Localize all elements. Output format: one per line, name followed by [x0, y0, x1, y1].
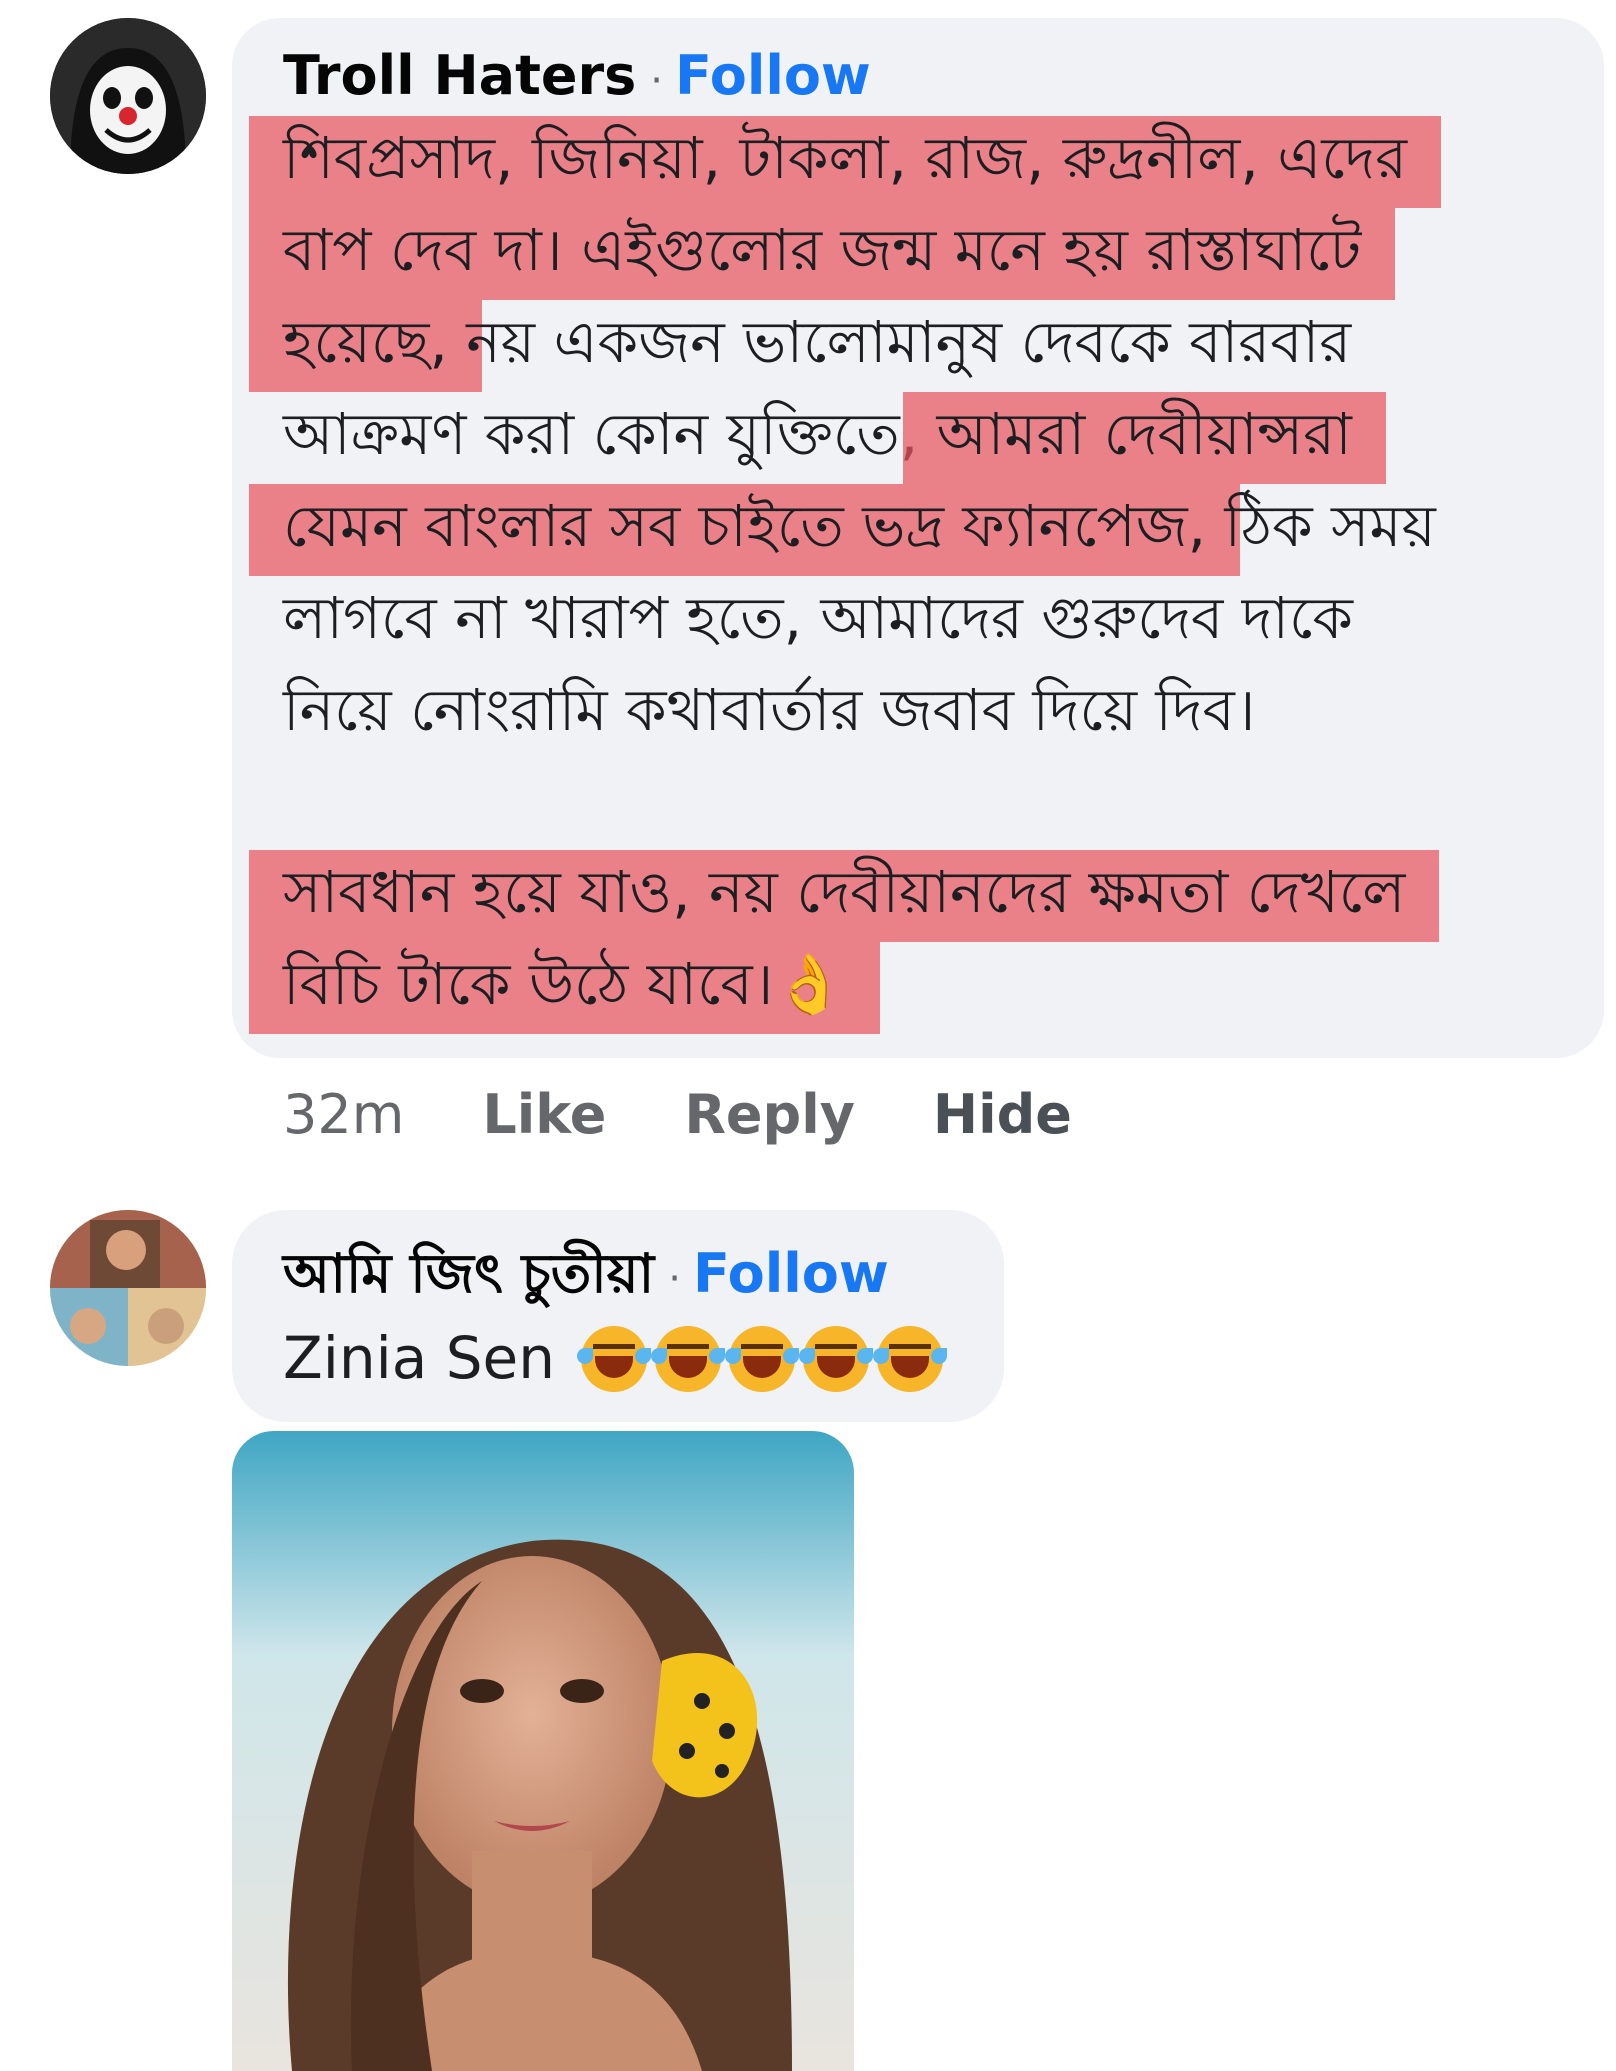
highlighted-text: বাপ দেব দা। এইগুলোর জন্ম মনে হয় রাস্তাঘ…: [283, 216, 1362, 284]
highlighted-text: বিচি টাকে উঠে যাবে।👌: [283, 950, 846, 1018]
joy-emoji-icon: [799, 1326, 874, 1392]
avatar-troll-haters[interactable]: [50, 18, 206, 174]
comment-line: হয়েছে, নয় একজন ভালোমানুষ দেবকে বারবার: [249, 296, 1583, 392]
comment-line: সাবধান হয়ে যাও, নয় দেবীয়ানদের ক্ষমতা …: [248, 846, 1583, 942]
comment-line: নিয়ে নোংরামি কথাবার্তার জবাব দিয়ে দিব।: [283, 664, 1583, 756]
highlight-mark: শিবপ্রসাদ, জিনিয়া, টাকলা, রাজ, রুদ্রনীল…: [248, 112, 1442, 208]
highlighted-text: শিবপ্রসাদ, জিনিয়া, টাকলা, রাজ, রুদ্রনীল…: [283, 124, 1408, 192]
avatar-commenter-2[interactable]: [50, 1210, 206, 1366]
author-name[interactable]: Troll Haters: [283, 44, 636, 107]
highlighted-text: সাবধান হয়ে যাও, নয় দেবীয়ানদের ক্ষমতা …: [283, 858, 1406, 926]
highlighted-text: হয়েছে,: [283, 308, 448, 376]
plain-text: নিয়ে নোংরামি কথাবার্তার জবাব দিয়ে দিব।: [283, 676, 1256, 744]
rofl-emoji-icon: [725, 1326, 800, 1392]
highlight-mark: বাপ দেব দা। এইগুলোর জন্ম মনে হয় রাস্তাঘ…: [248, 204, 1396, 300]
timestamp[interactable]: 32m: [283, 1083, 404, 1146]
comment-1-text: শিবপ্রসাদ, জিনিয়া, টাকলা, রাজ, রুদ্রনীল…: [248, 112, 1583, 1034]
author-name[interactable]: আমি জিৎ চুতীয়া: [283, 1242, 654, 1305]
portrait-photo-icon: [232, 1431, 854, 2071]
collage-photo-icon: [50, 1210, 206, 1366]
highlight-mark: হয়েছে,: [249, 296, 482, 392]
comment-line: বিচি টাকে উঠে যাবে।👌: [249, 938, 1583, 1034]
comment-line: যেমন বাংলার সব চাইতে ভদ্র ফ্যানপেজ, ঠিক …: [248, 480, 1583, 576]
highlight-mark: বিচি টাকে উঠে যাবে।👌: [249, 938, 880, 1034]
plain-text: ঠিক সময়: [1206, 492, 1436, 560]
rofl-emoji-icon: [651, 1326, 726, 1392]
comment-2-text: Zinia Sen: [283, 1322, 948, 1394]
comment-text: Zinia Sen: [283, 1324, 555, 1392]
separator-dot: ·: [650, 58, 664, 104]
comment-1-header: Troll Haters · Follow: [283, 44, 871, 113]
plain-text: নয় একজন ভালোমানুষ দেবকে বারবার: [447, 308, 1352, 376]
like-button[interactable]: Like: [482, 1083, 606, 1146]
reply-button[interactable]: Reply: [684, 1083, 855, 1146]
plain-text: আক্রমণ করা কোন যুক্তিতে,: [283, 400, 937, 468]
rofl-emoji-icon: [577, 1326, 652, 1392]
highlight-mark: যেমন বাংলার সব চাইতে ভদ্র ফ্যানপেজ,: [248, 480, 1241, 576]
comment-1-actions: 32m Like Reply Hide: [283, 1083, 1150, 1147]
comment-line: আক্রমণ করা কোন যুক্তিতে, আমরা দেবীয়ান্স…: [283, 388, 1583, 484]
comment-2-header: আমি জিৎ চুতীয়া · Follow: [283, 1242, 889, 1311]
separator-dot: ·: [668, 1256, 681, 1302]
comment-line: বাপ দেব দা। এইগুলোর জন্ম মনে হয় রাস্তাঘ…: [248, 204, 1583, 300]
follow-button[interactable]: Follow: [675, 44, 871, 107]
highlight-mark: সাবধান হয়ে যাও, নয় দেবীয়ানদের ক্ষমতা …: [248, 846, 1440, 942]
highlighted-text: যেমন বাংলার সব চাইতে ভদ্র ফ্যানপেজ,: [283, 492, 1207, 560]
hide-button[interactable]: Hide: [933, 1083, 1072, 1146]
joy-emoji-icon: [873, 1326, 948, 1392]
attached-photo[interactable]: [232, 1431, 854, 2071]
hooded-clown-icon: [50, 18, 206, 174]
highlighted-text: আমরা দেবীয়ান্সরা: [936, 400, 1352, 468]
highlight-mark: আমরা দেবীয়ান্সরা: [902, 388, 1387, 484]
comment-line: লাগবে না খারাপ হতে, আমাদের গুরুদেব দাকে: [283, 572, 1583, 664]
follow-button[interactable]: Follow: [693, 1242, 889, 1305]
comment-line: শিবপ্রসাদ, জিনিয়া, টাকলা, রাজ, রুদ্রনীল…: [248, 112, 1583, 208]
plain-text: লাগবে না খারাপ হতে, আমাদের গুরুদেব দাকে: [283, 584, 1353, 652]
